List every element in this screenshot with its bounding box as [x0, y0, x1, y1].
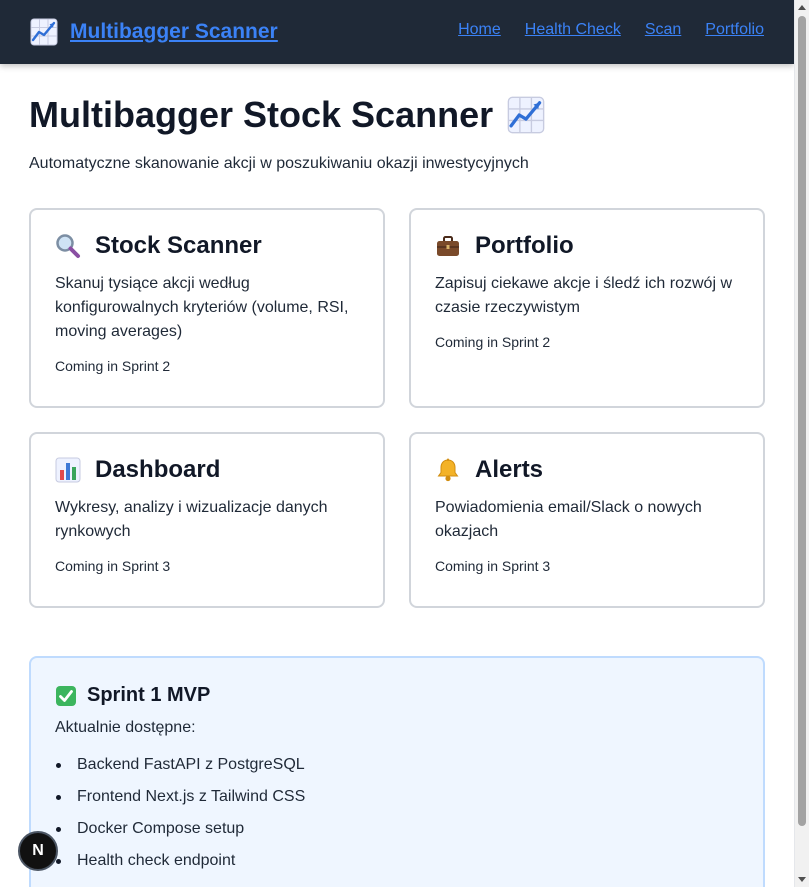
list-item: Frontend Next.js z Tailwind CSS [55, 787, 739, 819]
sprint-mvp-panel: Sprint 1 MVP Aktualnie dostępne: Backend… [29, 656, 765, 887]
card-title-text: Dashboard [95, 456, 221, 483]
briefcase-icon [435, 233, 461, 259]
card-title: Portfolio [435, 232, 739, 260]
card-status: Coming in Sprint 3 [435, 558, 551, 574]
card-portfolio[interactable]: Portfolio Zapisuj ciekawe akcje i śledź … [409, 208, 765, 408]
nav-links: Home Health Check Scan Portfolio [458, 21, 764, 39]
card-status: Coming in Sprint 2 [435, 334, 551, 350]
mvp-title-text: Sprint 1 MVP [87, 684, 211, 706]
scroll-down-arrow-icon[interactable] [798, 877, 806, 882]
card-description: Wykresy, analizy i wizualizacje danych r… [55, 499, 328, 540]
mvp-feature-list: Backend FastAPI z PostgreSQL Frontend Ne… [55, 755, 739, 883]
scroll-up-arrow-icon[interactable] [798, 5, 806, 10]
check-mark-icon [55, 685, 77, 707]
nav-link-portfolio[interactable]: Portfolio [705, 21, 764, 39]
card-status: Coming in Sprint 3 [55, 558, 171, 574]
mvp-title: Sprint 1 MVP [55, 684, 739, 707]
card-dashboard[interactable]: Dashboard Wykresy, analizy i wizualizacj… [29, 432, 385, 608]
page-subtitle: Automatyczne skanowanie akcji w poszukiw… [29, 155, 529, 172]
nextjs-dev-badge[interactable]: N [18, 831, 58, 871]
card-title: Dashboard [55, 456, 359, 484]
magnifying-glass-icon [55, 233, 81, 259]
card-description: Powiadomienia email/Slack o nowych okazj… [435, 499, 702, 540]
card-title-text: Portfolio [475, 232, 574, 259]
chart-increasing-icon [507, 96, 545, 134]
card-status: Coming in Sprint 2 [55, 358, 171, 374]
card-title: Stock Scanner [55, 232, 359, 260]
vertical-scrollbar[interactable] [794, 0, 809, 887]
brand-link[interactable]: Multibagger Scanner [30, 18, 278, 46]
card-title-text: Alerts [475, 456, 544, 483]
list-item: Docker Compose setup [55, 819, 739, 851]
nav-link-health-check[interactable]: Health Check [525, 21, 621, 39]
chart-increasing-icon [30, 18, 58, 46]
list-item: Health check endpoint [55, 851, 739, 883]
card-alerts[interactable]: Alerts Powiadomienia email/Slack o nowyc… [409, 432, 765, 608]
top-navbar: Multibagger Scanner Home Health Check Sc… [0, 0, 794, 64]
nav-link-scan[interactable]: Scan [645, 21, 681, 39]
bar-chart-icon [55, 457, 81, 483]
card-description: Skanuj tysiące akcji według konfigurowal… [55, 275, 349, 340]
page-title-text: Multibagger Stock Scanner [29, 94, 494, 135]
mvp-subtitle: Aktualnie dostępne: [55, 719, 196, 736]
nextjs-logo-letter: N [32, 842, 44, 859]
card-description: Zapisuj ciekawe akcje i śledź ich rozwój… [435, 275, 732, 316]
page-title: Multibagger Stock Scanner [29, 94, 545, 136]
nav-link-home[interactable]: Home [458, 21, 501, 39]
card-stock-scanner[interactable]: Stock Scanner Skanuj tysiące akcji wedłu… [29, 208, 385, 408]
scrollbar-thumb[interactable] [798, 16, 806, 826]
card-title-text: Stock Scanner [95, 232, 262, 259]
brand-name: Multibagger Scanner [70, 20, 278, 43]
list-item: Backend FastAPI z PostgreSQL [55, 755, 739, 787]
card-title: Alerts [435, 456, 739, 484]
bell-icon [435, 457, 461, 483]
